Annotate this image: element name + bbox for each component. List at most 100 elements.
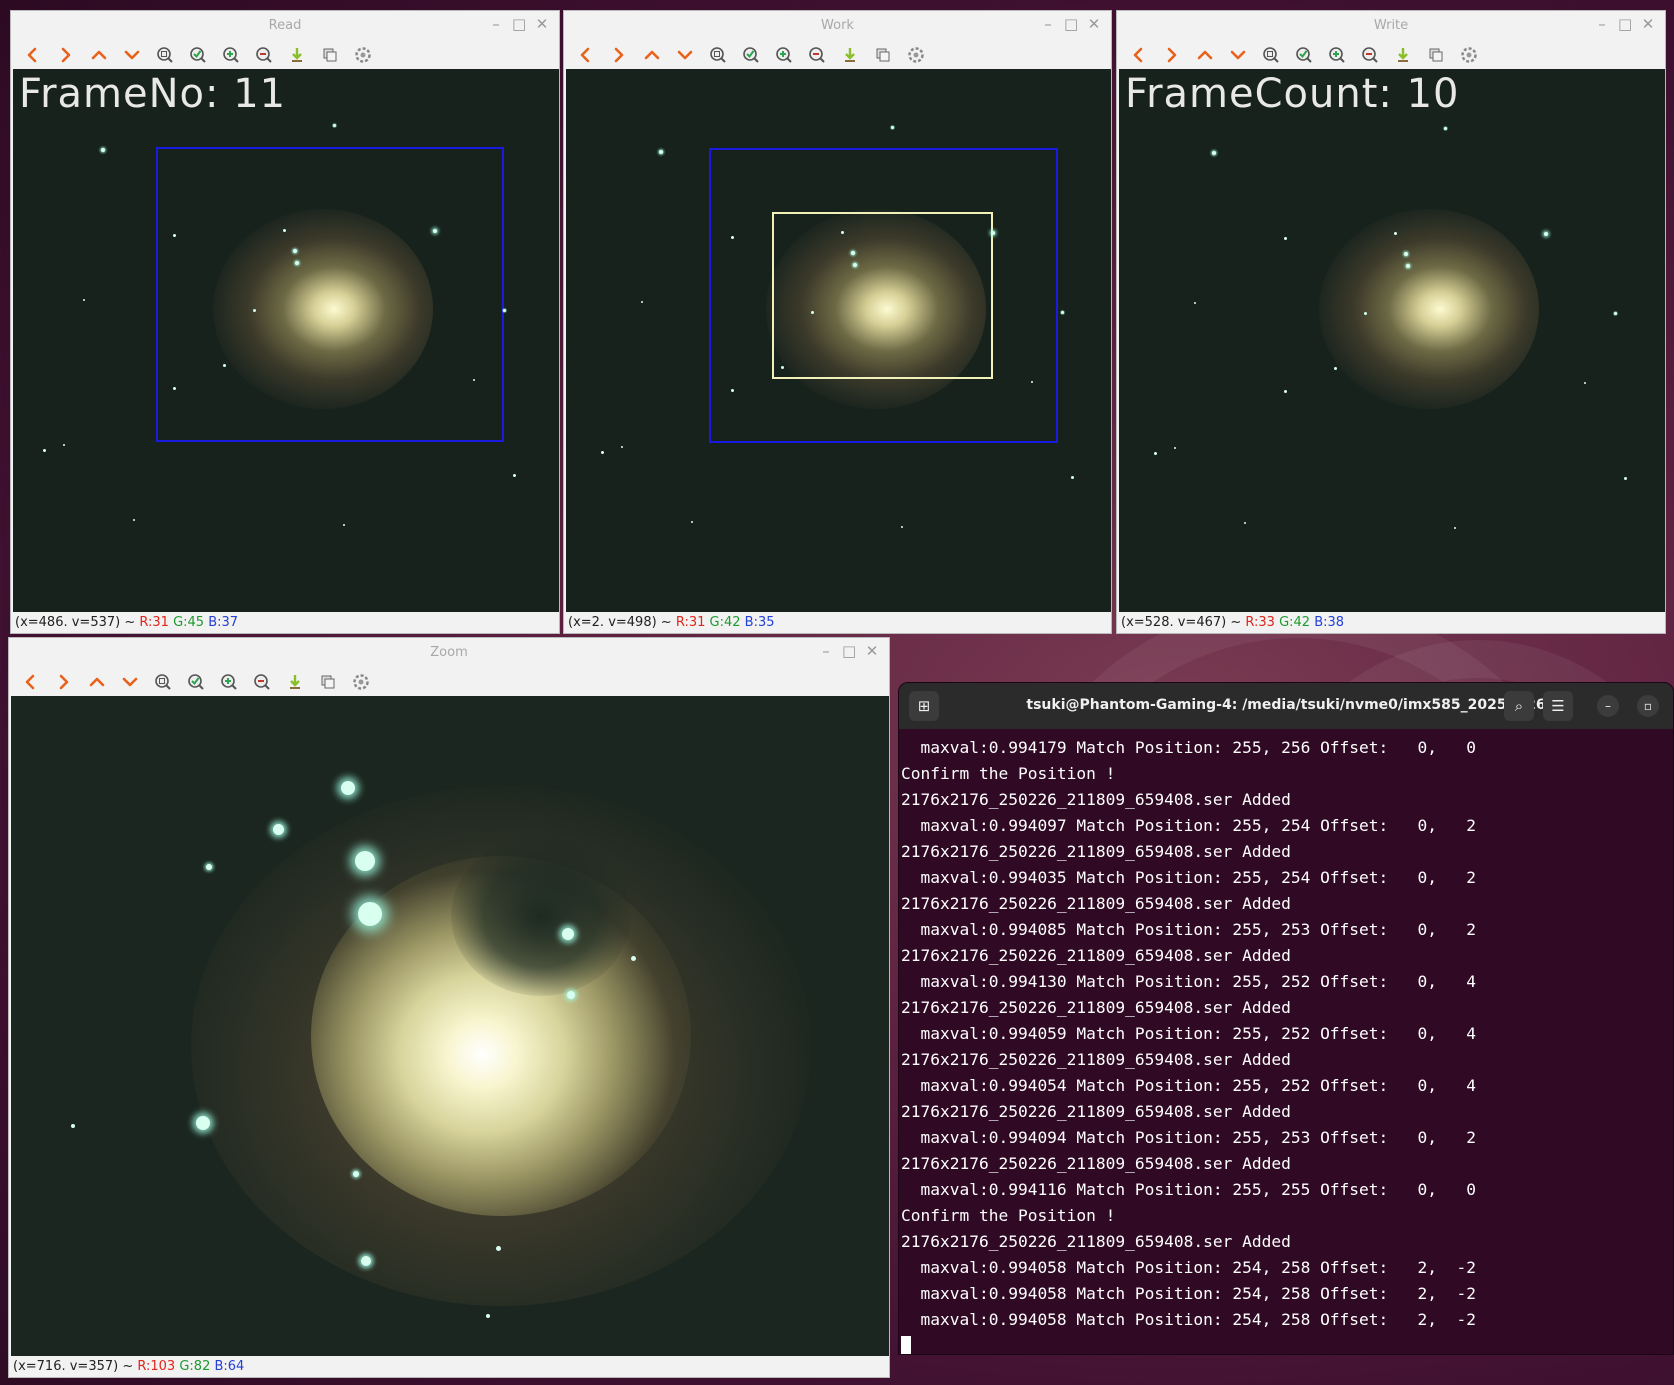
work-titlebar[interactable]: Work – □ ✕: [564, 11, 1111, 39]
arrow-up-icon[interactable]: [83, 669, 111, 695]
write-toolbar: [1125, 41, 1483, 69]
settings-icon[interactable]: [1455, 42, 1483, 68]
save-icon[interactable]: [836, 42, 864, 68]
arrow-up-icon[interactable]: [638, 42, 666, 68]
zoom-image-canvas[interactable]: [11, 696, 889, 1356]
terminal-titlebar[interactable]: ⊞ tsuki@Phantom-Gaming-4: /media/tsuki/n…: [899, 683, 1673, 729]
terminal-line: 2176x2176_250226_211809_659408.ser Added: [901, 842, 1291, 861]
arrow-down-icon[interactable]: [671, 42, 699, 68]
terminal-line: 2176x2176_250226_211809_659408.ser Added: [901, 1232, 1291, 1251]
star: [223, 364, 226, 367]
work-image-canvas[interactable]: [566, 69, 1111, 612]
arrow-up-icon[interactable]: [1191, 42, 1219, 68]
star: [1614, 312, 1617, 315]
write-titlebar[interactable]: Write – □ ✕: [1117, 11, 1665, 39]
arrow-down-icon[interactable]: [118, 42, 146, 68]
zoom-fit-icon[interactable]: [151, 42, 179, 68]
star: [173, 234, 176, 237]
read-image-canvas[interactable]: FrameNo: 11: [13, 69, 559, 612]
window-title: Work: [821, 18, 854, 33]
maximize-icon[interactable]: □: [1064, 15, 1078, 33]
zoom-out-icon[interactable]: [1356, 42, 1384, 68]
arrow-left-icon[interactable]: [1125, 42, 1153, 68]
terminal-line: 2176x2176_250226_211809_659408.ser Added: [901, 946, 1291, 965]
copy-icon[interactable]: [869, 42, 897, 68]
minimize-icon[interactable]: –: [489, 15, 503, 33]
zoom-out-icon[interactable]: [248, 669, 276, 695]
close-icon[interactable]: ✕: [1087, 15, 1101, 33]
zoom-out-icon[interactable]: [250, 42, 278, 68]
arrow-up-icon[interactable]: [85, 42, 113, 68]
star: [333, 124, 336, 127]
zoom-in-icon[interactable]: [770, 42, 798, 68]
arrow-down-icon[interactable]: [1224, 42, 1252, 68]
star: [853, 263, 857, 267]
close-icon[interactable]: ✕: [1641, 15, 1655, 33]
maximize-icon[interactable]: □: [512, 15, 526, 33]
search-icon[interactable]: ⌕: [1504, 691, 1534, 721]
save-icon[interactable]: [281, 669, 309, 695]
maximize-icon[interactable]: □: [1618, 15, 1632, 33]
star: [1624, 477, 1627, 480]
zoom-fit-icon[interactable]: [704, 42, 732, 68]
minimize-icon[interactable]: –: [819, 642, 833, 660]
write-image-canvas[interactable]: FrameCount: 10: [1119, 69, 1665, 612]
minimize-icon[interactable]: –: [1597, 695, 1619, 717]
star: [1394, 232, 1397, 235]
star: [496, 1246, 501, 1251]
zoom-titlebar[interactable]: Zoom – □ ✕: [9, 638, 889, 666]
arrow-right-icon[interactable]: [1158, 42, 1186, 68]
zoom-fit-icon[interactable]: [149, 669, 177, 695]
read-toolbar: [19, 41, 377, 69]
arrow-left-icon[interactable]: [572, 42, 600, 68]
arrow-right-icon[interactable]: [605, 42, 633, 68]
settings-icon[interactable]: [347, 669, 375, 695]
zoom-in-icon[interactable]: [215, 669, 243, 695]
arrow-right-icon[interactable]: [50, 669, 78, 695]
zoom-check-icon[interactable]: [184, 42, 212, 68]
zoom-in-icon[interactable]: [1323, 42, 1351, 68]
save-icon[interactable]: [283, 42, 311, 68]
arrow-left-icon[interactable]: [17, 669, 45, 695]
terminal-window: ⊞ tsuki@Phantom-Gaming-4: /media/tsuki/n…: [898, 682, 1674, 1355]
star: [293, 249, 297, 253]
star: [731, 236, 734, 239]
terminal-line: 2176x2176_250226_211809_659408.ser Added: [901, 1154, 1291, 1173]
menu-icon[interactable]: ☰: [1543, 691, 1573, 721]
minimize-icon[interactable]: –: [1595, 15, 1609, 33]
zoom-check-icon[interactable]: [182, 669, 210, 695]
settings-icon[interactable]: [349, 42, 377, 68]
settings-icon[interactable]: [902, 42, 930, 68]
close-icon[interactable]: ✕: [535, 15, 549, 33]
star: [1404, 252, 1408, 256]
save-icon[interactable]: [1389, 42, 1417, 68]
star: [206, 864, 212, 870]
star: [1194, 302, 1196, 304]
arrow-right-icon[interactable]: [52, 42, 80, 68]
read-window: Read – □ ✕ FrameNo: 11 (x=486. v=537) ~ …: [10, 10, 560, 634]
close-icon[interactable]: ✕: [865, 642, 879, 660]
write-window: Write – □ ✕ FrameCount: 10 (x=528. v=467…: [1116, 10, 1666, 634]
zoom-check-icon[interactable]: [737, 42, 765, 68]
zoom-out-icon[interactable]: [803, 42, 831, 68]
arrow-left-icon[interactable]: [19, 42, 47, 68]
window-title: Write: [1373, 18, 1409, 33]
copy-icon[interactable]: [314, 669, 342, 695]
window-title: Zoom: [430, 645, 468, 660]
maximize-icon[interactable]: ▫: [1637, 695, 1659, 717]
copy-icon[interactable]: [1422, 42, 1450, 68]
zoom-check-icon[interactable]: [1290, 42, 1318, 68]
arrow-down-icon[interactable]: [116, 669, 144, 695]
zoom-fit-icon[interactable]: [1257, 42, 1285, 68]
maximize-icon[interactable]: □: [842, 642, 856, 660]
minimize-icon[interactable]: –: [1041, 15, 1055, 33]
star: [631, 956, 636, 961]
read-titlebar[interactable]: Read – □ ✕: [11, 11, 559, 39]
copy-icon[interactable]: [316, 42, 344, 68]
star: [273, 824, 284, 835]
star: [473, 379, 475, 381]
terminal-line: maxval:0.994097 Match Position: 255, 254…: [901, 816, 1476, 835]
terminal-output[interactable]: maxval:0.994179 Match Position: 255, 256…: [901, 735, 1673, 1354]
star: [811, 311, 814, 314]
zoom-in-icon[interactable]: [217, 42, 245, 68]
